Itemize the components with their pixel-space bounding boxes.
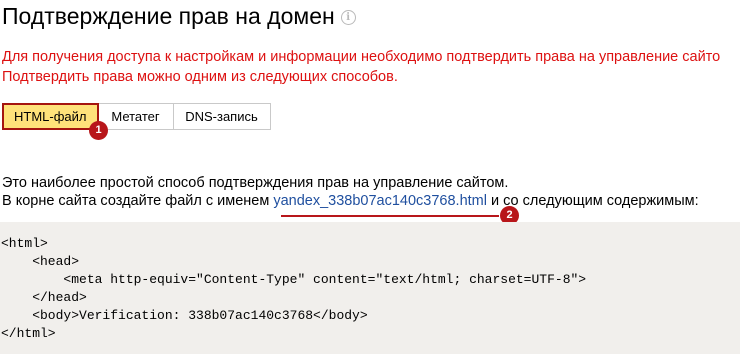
tab-html-file[interactable]: HTML-файл [2,103,99,130]
code-line: </html> [1,326,56,341]
verification-file-link[interactable]: yandex_338b07ac140c3768.html [273,193,487,209]
warning-message: Для получения доступа к настройкам и инф… [2,47,720,87]
warning-line-1: Для получения доступа к настройкам и инф… [2,49,721,65]
page-title-text: Подтверждение прав на домен [2,3,335,29]
code-block: <html> <head> <meta http-equiv="Content-… [0,222,740,354]
description-line-2: В корне сайта создайте файл с именем yan… [2,192,699,210]
verification-method-tabs: HTML-файл Метатег DNS-запись [2,103,271,130]
description-prefix: В корне сайта создайте файл с именем [2,193,274,209]
method-description: Это наиболее простой способ подтверждени… [2,174,699,210]
annotation-marker-1: 1 [89,121,108,140]
warning-line-2: Подтвердить права можно одним из следующ… [2,69,398,85]
annotation-underline [281,215,499,217]
code-line: <body>Verification: 338b07ac140c3768</bo… [1,308,368,323]
description-suffix: и со следующим содержимым: [486,193,699,209]
info-icon[interactable]: i [340,9,356,25]
code-line: <html> [1,236,48,251]
page-title: Подтверждение прав на домен i [2,0,356,32]
code-line: <head> [1,254,80,269]
code-content: <html> <head> <meta http-equiv="Content-… [1,235,586,343]
code-line: </head> [1,290,87,305]
description-line-1: Это наиболее простой способ подтверждени… [2,175,509,191]
tab-metatag[interactable]: Метатег [98,103,174,130]
code-line: <meta http-equiv="Content-Type" content=… [1,272,587,287]
tab-dns-record[interactable]: DNS-запись [173,103,271,130]
